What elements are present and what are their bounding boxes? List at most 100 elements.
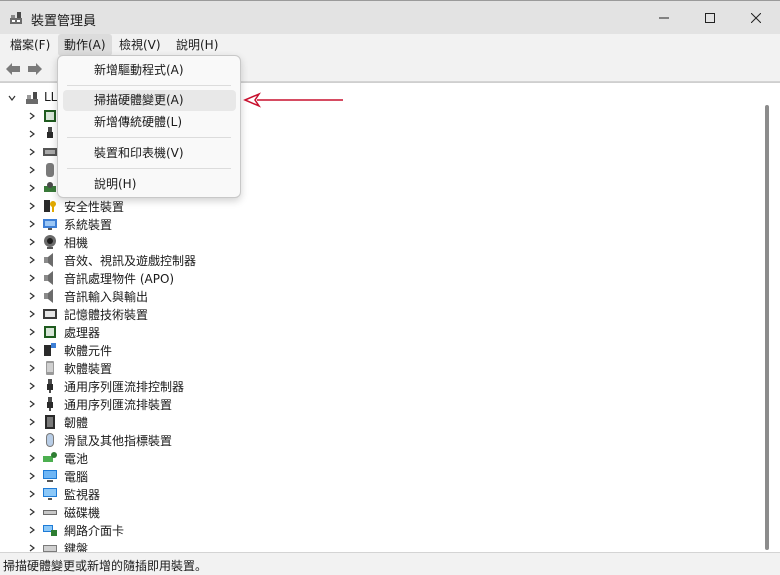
device-category-icon xyxy=(47,127,53,138)
menu-add-legacy-hardware[interactable]: 新增傳統硬體(L) xyxy=(63,112,236,133)
chevron-right-icon[interactable] xyxy=(28,490,36,498)
minimize-button[interactable] xyxy=(641,1,687,34)
chevron-right-icon[interactable] xyxy=(28,220,36,228)
tree-row[interactable]: 記憶體技術裝置 xyxy=(0,305,760,323)
tree-row[interactable]: 磁碟機 xyxy=(0,503,760,521)
device-category-icon xyxy=(44,182,56,192)
tree-row-label: 電腦 xyxy=(64,470,89,484)
chevron-right-icon[interactable] xyxy=(28,328,36,336)
status-bar: 掃描硬體變更或新增的隨插即用裝置。 xyxy=(0,552,780,575)
disk-drive-icon xyxy=(43,510,57,515)
close-button[interactable] xyxy=(733,1,779,34)
chevron-right-icon[interactable] xyxy=(28,364,36,372)
status-text: 掃描硬體變更或新增的隨插即用裝置。 xyxy=(3,559,208,573)
chevron-right-icon[interactable] xyxy=(28,256,36,264)
back-arrow-icon xyxy=(6,63,20,75)
menu-devices-and-printers[interactable]: 裝置和印表機(V) xyxy=(63,143,236,164)
tree-row[interactable]: 音效、視訊及遊戲控制器 xyxy=(0,251,760,269)
tree-row-label: 系統裝置 xyxy=(64,218,113,232)
tree-row[interactable]: 電池 xyxy=(0,449,760,467)
chevron-right-icon[interactable] xyxy=(28,202,36,210)
chevron-right-icon[interactable] xyxy=(28,436,36,444)
chevron-right-icon[interactable] xyxy=(28,292,36,300)
chevron-right-icon[interactable] xyxy=(28,238,36,246)
menu-help[interactable]: 說明(H) xyxy=(170,34,224,56)
software-device-icon xyxy=(46,361,54,375)
back-button[interactable] xyxy=(3,60,23,78)
tree-row[interactable]: 系統裝置 xyxy=(0,215,760,233)
chevron-right-icon[interactable] xyxy=(28,508,36,516)
usb-icon xyxy=(47,379,53,393)
vertical-scrollbar[interactable] xyxy=(763,105,771,550)
tree-row-label: 軟體裝置 xyxy=(64,362,113,376)
close-icon xyxy=(751,12,761,23)
tree-row[interactable]: 安全性裝置 xyxy=(0,197,760,215)
firmware-icon xyxy=(45,415,55,429)
tree-row[interactable]: 電腦 xyxy=(0,467,760,485)
tree-row[interactable]: 通用序列匯流排裝置 xyxy=(0,395,760,413)
menu-separator xyxy=(67,85,231,86)
chevron-right-icon[interactable] xyxy=(28,130,36,138)
chevron-down-icon[interactable] xyxy=(8,94,16,102)
chevron-right-icon[interactable] xyxy=(28,184,36,192)
tree-row-label: 磁碟機 xyxy=(64,506,101,520)
device-category-icon xyxy=(46,163,54,177)
menu-scan-hardware-changes[interactable]: 掃描硬體變更(A) xyxy=(63,90,236,111)
tree-row[interactable]: 網路介面卡 xyxy=(0,521,760,539)
annotation-arrow-icon xyxy=(243,92,343,108)
usb-icon xyxy=(47,397,53,411)
menu-file[interactable]: 檔案(F) xyxy=(4,34,56,56)
tree-row[interactable]: 軟體裝置 xyxy=(0,359,760,377)
chevron-right-icon[interactable] xyxy=(28,544,36,552)
device-category-icon xyxy=(44,110,56,122)
computer-root-icon xyxy=(26,92,38,104)
title-bar: 裝置管理員 xyxy=(0,0,780,34)
tree-row[interactable]: 處理器 xyxy=(0,323,760,341)
window-title: 裝置管理員 xyxy=(31,14,97,29)
menu-action[interactable]: 動作(A) xyxy=(58,34,112,56)
tree-root-label: LL xyxy=(44,90,58,104)
tree-row[interactable]: 音訊輸入與輸出 xyxy=(0,287,760,305)
tree-row-label: 相機 xyxy=(64,236,89,250)
chevron-right-icon[interactable] xyxy=(28,274,36,282)
tree-row[interactable]: 通用序列匯流排控制器 xyxy=(0,377,760,395)
tree-row[interactable]: 相機 xyxy=(0,233,760,251)
tree-row-label: 安全性裝置 xyxy=(64,200,125,214)
tree-row[interactable]: 音訊處理物件 (APO) xyxy=(0,269,760,287)
tree-row[interactable]: 滑鼠及其他指標裝置 xyxy=(0,431,760,449)
tree-row-label: 韌體 xyxy=(64,416,89,430)
tree-row-label: 音訊輸入與輸出 xyxy=(64,290,149,304)
minimize-icon xyxy=(659,17,669,18)
maximize-button[interactable] xyxy=(687,1,733,34)
chevron-right-icon[interactable] xyxy=(28,418,36,426)
menu-separator xyxy=(67,168,231,169)
device-manager-icon xyxy=(10,12,22,24)
device-category-icon xyxy=(43,148,57,156)
tree-row-label: 通用序列匯流排裝置 xyxy=(64,398,173,412)
tree-row[interactable]: 韌體 xyxy=(0,413,760,431)
chevron-right-icon[interactable] xyxy=(28,310,36,318)
scrollbar-thumb[interactable] xyxy=(765,105,769,550)
tree-row[interactable]: 監視器 xyxy=(0,485,760,503)
forward-button[interactable] xyxy=(25,60,45,78)
menu-help-item[interactable]: 說明(H) xyxy=(63,174,236,195)
chevron-right-icon[interactable] xyxy=(28,346,36,354)
chevron-right-icon[interactable] xyxy=(28,112,36,120)
chevron-right-icon[interactable] xyxy=(28,382,36,390)
menu-bar: 檔案(F) 動作(A) 檢視(V) 說明(H) xyxy=(0,34,780,56)
chevron-right-icon[interactable] xyxy=(28,472,36,480)
menu-view[interactable]: 檢視(V) xyxy=(113,34,167,56)
security-device-icon xyxy=(44,200,56,212)
chevron-right-icon[interactable] xyxy=(28,526,36,534)
tree-row-label: 處理器 xyxy=(64,326,101,340)
menu-separator xyxy=(67,137,231,138)
chevron-right-icon[interactable] xyxy=(28,166,36,174)
tree-row[interactable]: 軟體元件 xyxy=(0,341,760,359)
menu-add-drivers[interactable]: 新增驅動程式(A) xyxy=(63,60,236,81)
chevron-right-icon[interactable] xyxy=(28,148,36,156)
tree-row-label: 音效、視訊及遊戲控制器 xyxy=(64,254,197,268)
chevron-right-icon[interactable] xyxy=(28,400,36,408)
chevron-right-icon[interactable] xyxy=(28,454,36,462)
mouse-icon xyxy=(46,433,54,447)
tree-row-label: 電池 xyxy=(64,452,89,466)
